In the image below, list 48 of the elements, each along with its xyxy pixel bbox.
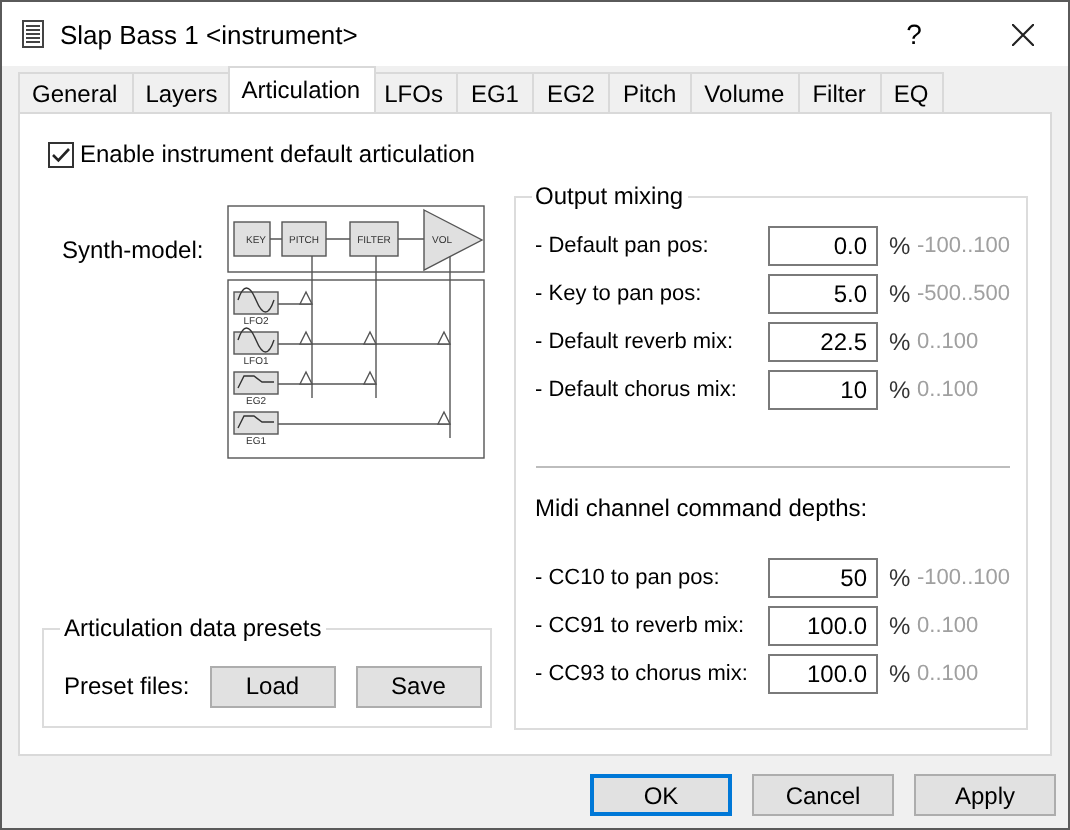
unit-label: % xyxy=(889,232,913,260)
help-button[interactable]: ? xyxy=(868,18,960,50)
number-field[interactable]: 0.0 xyxy=(767,226,878,266)
range-hint: -100..100 xyxy=(917,234,1010,258)
number-field[interactable]: 100.0 xyxy=(767,606,878,646)
unit-label: % xyxy=(889,376,913,404)
tab[interactable]: General xyxy=(18,72,134,112)
field-label: - Default chorus mix: xyxy=(535,378,739,402)
tab[interactable]: Articulation xyxy=(227,66,377,112)
range-hint: 0..100 xyxy=(917,378,979,402)
number-field[interactable]: 50 xyxy=(767,558,878,598)
number-field[interactable]: 100.0 xyxy=(767,654,878,694)
field-label: - Default pan pos: xyxy=(535,234,711,258)
range-hint: 0..100 xyxy=(917,662,979,686)
close-icon xyxy=(1011,23,1033,45)
field-label: - CC93 to chorus mix: xyxy=(535,662,750,686)
range-hint: 0..100 xyxy=(917,330,979,354)
range-hint: 0..100 xyxy=(917,614,979,638)
group-title: Articulation data presets xyxy=(60,614,326,642)
group-title: Output mixing xyxy=(531,182,688,210)
section-title: Midi channel command depths: xyxy=(535,494,870,522)
range-hint: -500..500 xyxy=(917,282,1010,306)
number-field[interactable]: 5.0 xyxy=(767,274,878,314)
unit-label: % xyxy=(889,280,913,308)
unit-label: % xyxy=(889,660,913,688)
field-label: - CC91 to reverb mix: xyxy=(535,614,747,638)
unit-label: % xyxy=(889,612,913,640)
tab[interactable]: EQ xyxy=(879,72,945,112)
checkbox-label: Enable instrument default articulation xyxy=(80,140,475,168)
dialog-button[interactable]: Apply xyxy=(914,774,1056,816)
range-hint: -100..100 xyxy=(917,566,1010,590)
dialog-button[interactable]: OK xyxy=(590,774,732,816)
checkbox[interactable] xyxy=(48,141,74,167)
preset-files-label: Preset files: xyxy=(64,672,190,700)
tab[interactable]: Layers xyxy=(131,72,234,112)
dialog-button[interactable]: Cancel xyxy=(752,774,894,816)
unit-label: % xyxy=(889,328,913,356)
document-icon xyxy=(22,20,44,48)
save-button[interactable]: Save xyxy=(355,665,482,707)
window-title: Slap Bass 1 <instrument> xyxy=(60,19,360,49)
field-label: - Key to pan pos: xyxy=(535,282,704,306)
number-field[interactable]: 10 xyxy=(767,370,878,410)
field-label: - CC10 to pan pos: xyxy=(535,566,722,590)
synth-model-label: Synth-model: xyxy=(62,236,202,264)
number-field[interactable]: 22.5 xyxy=(767,322,878,362)
field-label: - Default reverb mix: xyxy=(535,330,736,354)
unit-label: % xyxy=(889,564,913,592)
load-button[interactable]: Load xyxy=(209,665,336,707)
